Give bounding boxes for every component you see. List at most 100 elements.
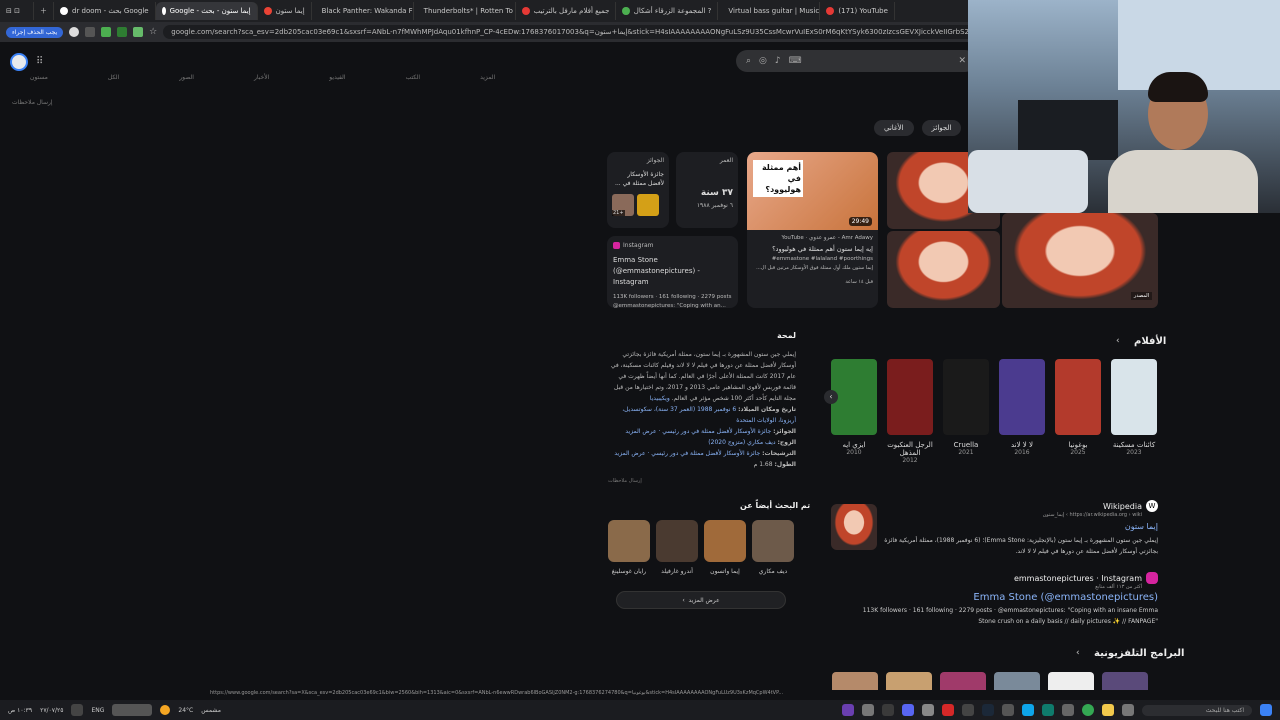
video-tags: emmastone #lalaland #poorthings#: [771, 256, 873, 262]
nav-link[interactable]: المزيد: [480, 74, 495, 84]
movie-card[interactable]: الرجل العنكبوت المذهل 2012: [887, 359, 933, 464]
notification-icon[interactable]: [71, 704, 84, 716]
lens-icon[interactable]: ◎: [759, 56, 767, 66]
mic-icon[interactable]: ♪: [775, 56, 781, 66]
weather-temp[interactable]: 24°C: [178, 707, 193, 714]
about-feedback[interactable]: إرسال ملاحظات: [608, 476, 796, 487]
age-card[interactable]: العمر ٣٧ سنة ٦ نوفمبر ١٩٨٨: [676, 152, 738, 228]
related-person[interactable]: ديف مكاري: [752, 520, 794, 575]
oscar-thumb: [637, 194, 659, 216]
app-icon[interactable]: [1062, 704, 1074, 716]
wikipedia-link[interactable]: ويكيبيديا: [650, 395, 670, 402]
show-more-label: عرض المزيد: [688, 596, 720, 604]
insta-source: emmastonepictures · Instagram: [1013, 573, 1142, 583]
emma-image-3[interactable]: المصدر: [1002, 213, 1158, 308]
movie-card[interactable]: Cruella 2021: [943, 359, 989, 456]
app-icon[interactable]: [962, 704, 974, 716]
clock-time[interactable]: ١٠:٣٩ ص: [8, 707, 32, 714]
people-also-list: رايان غوسلينغ أندرو غارفيلد إيما واتسون ديف…: [608, 520, 794, 575]
nominations-label: الترشيحات:: [762, 450, 796, 457]
app-icon[interactable]: [1122, 704, 1134, 716]
tv-thumb[interactable]: [886, 672, 932, 690]
insta-title[interactable]: Emma Stone (@emmastonepictures): [850, 592, 1158, 603]
feedback-link[interactable]: إرسال ملاحظات: [12, 99, 53, 106]
app-icon[interactable]: [1022, 704, 1034, 716]
movie-card[interactable]: ايزي ايه 2010: [831, 359, 877, 456]
app-icon[interactable]: [902, 704, 914, 716]
awards-value[interactable]: جائزة الأوسكار لأفضل ممثلة في دور رئيسي …: [625, 428, 771, 435]
weather-icon: [160, 705, 171, 715]
award-thumb: 21+: [612, 194, 634, 216]
clock-date[interactable]: ٢٧/٠٧/٢٥: [40, 707, 63, 714]
wiki-snippet: إيملي جين ستون المشهورة بـ إيما ستون (با…: [884, 537, 1158, 555]
nav-link[interactable]: الفيديو: [329, 74, 345, 84]
tv-thumb[interactable]: [1048, 672, 1094, 690]
nav-link[interactable]: الأخبار: [254, 74, 269, 84]
tray-icons[interactable]: [112, 704, 153, 716]
about-text: إيملي جين ستون المشهورة بـ إيما ستون، مم…: [610, 351, 796, 402]
wiki-thumbnail[interactable]: [831, 504, 877, 550]
tv-thumb[interactable]: [832, 672, 878, 690]
app-icon[interactable]: [1002, 704, 1014, 716]
movie-card[interactable]: كائنات مسكينة 2023: [1111, 359, 1157, 456]
search-icon[interactable]: ⌕: [746, 56, 751, 66]
app-icon[interactable]: [922, 704, 934, 716]
edge-icon[interactable]: [1042, 704, 1054, 716]
tv-thumb[interactable]: [994, 672, 1040, 690]
tv-thumb[interactable]: [1102, 672, 1148, 690]
instagram-card[interactable]: Instagram Emma Stone (@emmastonepictures…: [607, 236, 738, 309]
scroll-left-button[interactable]: ‹: [824, 390, 838, 404]
person-photo: [704, 520, 746, 562]
wikipedia-icon: W: [1146, 500, 1158, 512]
height-label: الطول:: [774, 461, 796, 468]
chrome-icon[interactable]: [1082, 704, 1094, 716]
movie-title: كائنات مسكينة: [1112, 441, 1156, 449]
google-account-avatar[interactable]: [10, 53, 28, 71]
awards-card-text: جائزة الأوسكار لأفضل ممثلة في ...: [614, 171, 664, 187]
nav-link[interactable]: مستون: [30, 74, 48, 84]
app-icon[interactable]: [862, 704, 874, 716]
tv-thumb[interactable]: [940, 672, 986, 690]
movies-title: الأفلام: [1134, 336, 1167, 347]
emma-image-2[interactable]: [887, 231, 1000, 308]
apps-grid-icon[interactable]: ⠿: [36, 56, 48, 68]
search-box[interactable]: ✕ ⌕ ◎ ♪ ⌨: [736, 50, 976, 72]
awards-card[interactable]: الجوائز جائزة الأوسكار لأفضل ممثلة في ..…: [607, 152, 669, 228]
taskbar-search[interactable]: اكتب هنا للبحث: [1142, 704, 1252, 716]
language-indicator[interactable]: ENG: [91, 707, 104, 714]
nav-link[interactable]: الصور: [179, 74, 194, 84]
chevron-left-icon[interactable]: ‹: [1076, 648, 1080, 658]
chip-songs[interactable]: الأغاني: [874, 120, 914, 136]
app-icon[interactable]: [842, 704, 854, 716]
people-also-title: تم البحث أيضاً عن: [740, 501, 811, 510]
keyboard-icon[interactable]: ⌨: [789, 56, 802, 66]
spouse-value[interactable]: ديف مكاري (متزوج 2020): [708, 439, 775, 446]
nominations-value[interactable]: جائزة الأوسكار لأفضل ممثلة في دور رئيسي …: [614, 450, 760, 457]
related-person[interactable]: رايان غوسلينغ: [608, 520, 650, 575]
app-icon[interactable]: [942, 704, 954, 716]
show-more-button[interactable]: ‹ عرض المزيد: [616, 591, 786, 609]
movie-card[interactable]: بوغونيا 2025: [1055, 359, 1101, 456]
awards-label: الجوائز:: [773, 428, 796, 435]
folder-icon[interactable]: [1102, 704, 1114, 716]
filter-chips: الأغاني الجوائز: [874, 120, 962, 136]
app-icon[interactable]: [882, 704, 894, 716]
wiki-title[interactable]: إيما ستون: [880, 522, 1158, 531]
person-name: ديف مكاري: [758, 568, 788, 575]
windows-start-icon[interactable]: [1260, 704, 1272, 716]
video-card[interactable]: أهم ممثلة في هوليوود؟ 29:49 Amr Adawy - …: [747, 152, 878, 308]
taskbar: ١٠:٣٩ ص ٢٧/٠٧/٢٥ ENG 24°C مشمس اكتب هنا …: [0, 700, 1280, 720]
close-icon[interactable]: ✕: [958, 56, 966, 66]
chair: [968, 150, 1088, 213]
weather-label[interactable]: مشمس: [201, 707, 221, 714]
nav-link[interactable]: الكتب: [406, 74, 421, 84]
steam-icon[interactable]: [982, 704, 994, 716]
movie-card[interactable]: لا لا لاند 2016: [999, 359, 1045, 456]
chevron-left-icon[interactable]: ‹: [1116, 336, 1120, 346]
nav-link[interactable]: الكل: [108, 74, 119, 84]
movie-title: ايزي ايه: [842, 441, 866, 449]
related-person[interactable]: إيما واتسون: [704, 520, 746, 575]
age-card-title: العمر: [719, 157, 733, 164]
chip-awards[interactable]: الجوائز: [921, 120, 962, 136]
related-person[interactable]: أندرو غارفيلد: [656, 520, 698, 575]
